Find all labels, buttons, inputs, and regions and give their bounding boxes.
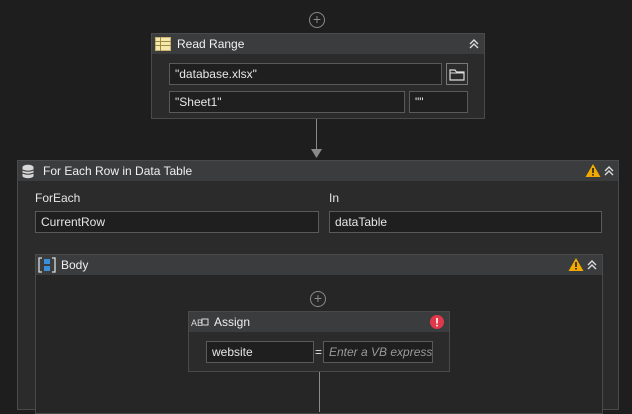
assign-activity[interactable]: AB Assign website = Enter a VB expressi	[188, 311, 450, 372]
add-activity-icon[interactable]: +	[309, 12, 325, 28]
assign-value-field[interactable]: Enter a VB expressi	[323, 341, 433, 363]
assign-equals-sign: =	[315, 345, 323, 359]
body-title: Body	[61, 258, 89, 272]
collapse-chevron-icon[interactable]	[586, 259, 598, 271]
assign-icon: AB	[191, 318, 209, 328]
workbook-path-field[interactable]: "database.xlsx"	[169, 63, 442, 85]
in-datatable-field[interactable]: dataTable	[329, 211, 602, 233]
body-sequence[interactable]: Body + AB Assign website = Enter a VB ex…	[35, 254, 603, 414]
collapse-chevron-icon[interactable]	[468, 38, 480, 50]
sequence-connector	[316, 119, 317, 151]
assign-title: Assign	[214, 315, 251, 329]
sheet-name-field[interactable]: "Sheet1"	[169, 91, 405, 113]
collapse-chevron-icon[interactable]	[603, 165, 615, 177]
foreach-item-field[interactable]: CurrentRow	[35, 211, 319, 233]
sequence-icon	[38, 257, 56, 273]
sequence-connector	[319, 372, 320, 412]
for-each-row-activity[interactable]: For Each Row in Data Table ForEach Curre…	[17, 160, 619, 414]
for-each-row-title: For Each Row in Data Table	[43, 164, 193, 178]
warning-icon[interactable]	[585, 163, 601, 178]
assign-header[interactable]: AB Assign	[189, 312, 449, 332]
range-field[interactable]: ""	[409, 91, 468, 113]
excel-read-range-icon	[155, 37, 171, 51]
browse-folder-button[interactable]	[446, 63, 468, 85]
data-table-icon	[22, 164, 34, 179]
warning-icon[interactable]	[568, 257, 584, 272]
svg-text:AB: AB	[191, 318, 203, 328]
assign-to-field[interactable]: website	[206, 341, 314, 363]
body-header[interactable]: Body	[36, 255, 602, 275]
foreach-label: ForEach	[35, 191, 81, 205]
error-icon[interactable]	[430, 315, 444, 329]
read-range-header[interactable]: Read Range	[152, 34, 484, 54]
folder-icon	[449, 69, 465, 81]
in-label: In	[329, 191, 340, 205]
read-range-title: Read Range	[177, 37, 245, 51]
add-activity-icon[interactable]: +	[310, 291, 326, 307]
connector-arrow-icon	[311, 149, 322, 158]
read-range-activity[interactable]: Read Range "database.xlsx" "Sheet1" ""	[151, 33, 485, 119]
for-each-row-header[interactable]: For Each Row in Data Table	[18, 161, 618, 181]
